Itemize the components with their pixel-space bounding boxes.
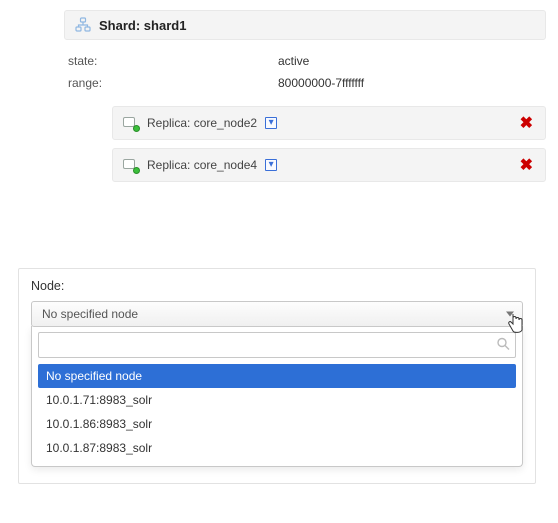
range-row: range: 80000000-7fffffff [68,72,542,94]
node-option[interactable]: 10.0.1.71:8983_solr [38,388,516,412]
node-combobox: No specified node No specified node 10.0… [31,301,523,467]
state-row: state: active [68,50,542,72]
replica-row[interactable]: Replica: core_node2 ▾ ✖ [112,106,546,140]
node-label: Node: [31,279,523,293]
node-active-icon [123,157,139,173]
node-search-input[interactable] [38,332,516,358]
replica-label: Replica: core_node4 [147,158,257,172]
node-combobox-toggle[interactable]: No specified node [31,301,523,327]
node-option[interactable]: 10.0.1.87:8983_solr [38,436,516,460]
shard-title: Shard: shard1 [99,18,186,33]
node-search-wrap [38,332,516,358]
replica-label: Replica: core_node2 [147,116,257,130]
replica-row[interactable]: Replica: core_node4 ▾ ✖ [112,148,546,182]
range-value: 80000000-7fffffff [278,76,542,90]
expand-icon[interactable]: ▾ [265,159,277,171]
expand-icon[interactable]: ▾ [265,117,277,129]
node-options: No specified node 10.0.1.71:8983_solr 10… [38,364,516,460]
node-panel: Node: No specified node No specified nod… [18,268,536,484]
sitemap-icon [75,17,91,33]
chevron-down-icon [506,312,514,317]
shard-panel: Shard: shard1 state: active range: 80000… [64,10,546,182]
node-option[interactable]: 10.0.1.86:8983_solr [38,412,516,436]
range-label: range: [68,76,278,90]
node-combobox-selected: No specified node [42,307,138,321]
node-option[interactable]: No specified node [38,364,516,388]
state-value: active [278,54,542,68]
shard-header[interactable]: Shard: shard1 [64,10,546,40]
delete-replica-button[interactable]: ✖ [518,155,535,175]
state-label: state: [68,54,278,68]
node-active-icon [123,115,139,131]
delete-replica-button[interactable]: ✖ [518,113,535,133]
shard-body: state: active range: 80000000-7fffffff [64,40,546,98]
node-combobox-dropdown: No specified node 10.0.1.71:8983_solr 10… [31,326,523,467]
